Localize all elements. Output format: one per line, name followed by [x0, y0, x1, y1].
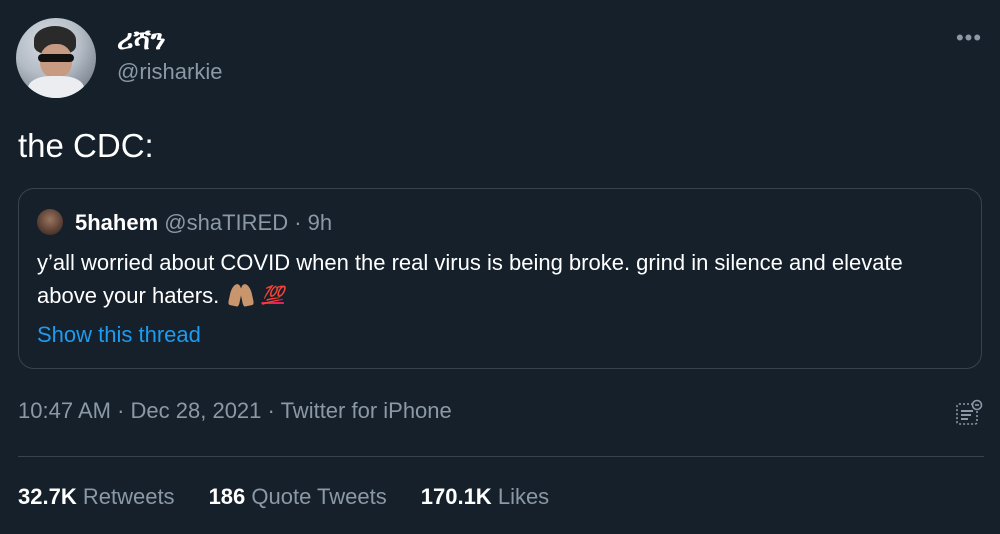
quoted-time: 9h — [307, 210, 333, 235]
meta-separator: · — [267, 398, 275, 423]
avatar-body — [28, 76, 84, 98]
quoted-separator: · — [294, 210, 302, 235]
retweets-stat[interactable]: 32.7K Retweets — [18, 482, 175, 512]
author-handle[interactable]: @risharkie — [117, 58, 222, 86]
likes-label: Likes — [497, 484, 550, 509]
author-avatar[interactable] — [16, 18, 96, 98]
hundred-points-emoji-icon: 💯 — [261, 285, 284, 305]
tweet-text: the CDC: — [18, 127, 154, 164]
quote-tweets-label: Quote Tweets — [251, 484, 387, 509]
quoted-author-display-name: 5hahem — [75, 210, 159, 235]
tweet-metadata: 10:47 AM · Dec 28, 2021 · Twitter for iP… — [18, 396, 452, 426]
tweet-source[interactable]: Twitter for iPhone — [281, 398, 452, 423]
more-horizontal-icon[interactable]: ••• — [955, 27, 983, 49]
engagement-stats: 32.7K Retweets 186 Quote Tweets 170.1K L… — [18, 482, 583, 512]
meta-separator: · — [117, 398, 125, 423]
avatar-sunglasses — [38, 54, 74, 62]
quoted-tweet-header: 5hahem @shaTIRED · 9h — [75, 209, 332, 237]
view-analytics-icon[interactable] — [954, 398, 984, 428]
quoted-tweet-card[interactable]: 5hahem @shaTIRED · 9h y’all worried abou… — [18, 188, 982, 369]
divider — [18, 456, 984, 457]
praying-hands-emoji-icon — [229, 284, 253, 306]
tweet-card: ሪሻን @risharkie ••• the CDC: 5hahem @shaT… — [0, 0, 1000, 534]
author-display-name[interactable]: ሪሻን — [117, 22, 166, 58]
quote-tweets-stat[interactable]: 186 Quote Tweets — [209, 482, 387, 512]
retweets-label: Retweets — [82, 484, 175, 509]
tweet-date[interactable]: Dec 28, 2021 — [131, 398, 262, 423]
tweet-time[interactable]: 10:47 AM — [18, 398, 111, 423]
show-thread-link[interactable]: Show this thread — [37, 319, 201, 351]
retweets-count: 32.7K — [18, 484, 77, 509]
quoted-tweet-body: y’all worried about COVID when the real … — [37, 250, 903, 308]
likes-stat[interactable]: 170.1K Likes — [421, 482, 549, 512]
quote-tweets-count: 186 — [208, 484, 246, 509]
quoted-author-avatar — [37, 209, 63, 235]
quoted-author-handle: @shaTIRED — [164, 210, 289, 235]
likes-count: 170.1K — [420, 484, 492, 509]
quoted-tweet-text: y’all worried about COVID when the real … — [37, 247, 957, 312]
